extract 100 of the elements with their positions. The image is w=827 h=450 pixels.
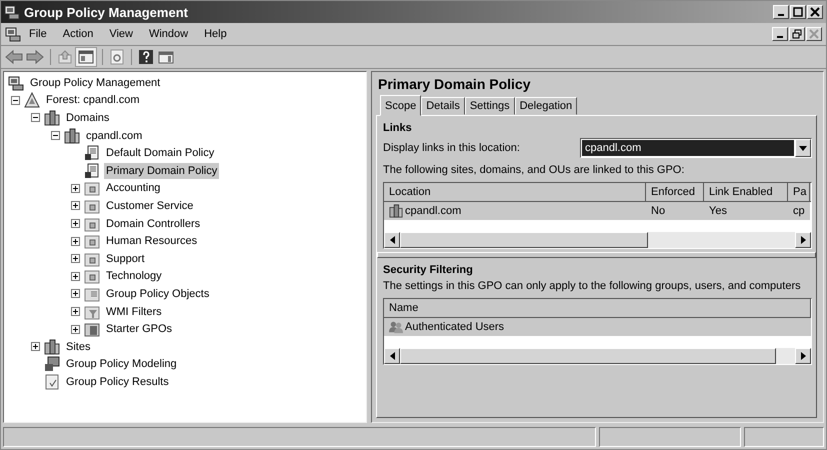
table-cell: cp <box>788 202 810 220</box>
expand-icon[interactable] <box>31 342 40 352</box>
folder-icon <box>84 198 100 214</box>
tree-item[interactable]: Domain Controllers <box>104 216 202 232</box>
menu-item[interactable]: Help <box>196 28 235 40</box>
tree-item[interactable]: Group Policy Results <box>64 374 171 390</box>
tree-item[interactable]: Human Resources <box>104 233 200 250</box>
table-cell: No <box>646 202 704 220</box>
folder-icon <box>84 286 100 302</box>
server-icon <box>44 338 60 355</box>
column-header[interactable]: Pa <box>788 183 810 201</box>
menu-item[interactable]: Window <box>140 28 196 40</box>
filter-icon <box>84 304 100 320</box>
tree-item[interactable]: Group Policy Management <box>28 74 162 91</box>
menu-item[interactable]: View <box>101 28 141 40</box>
folder-icon <box>84 216 100 232</box>
expand-icon[interactable] <box>71 307 80 316</box>
minimize-icon <box>778 14 784 16</box>
report-icon <box>44 374 60 390</box>
tree-item[interactable]: Technology <box>104 268 164 284</box>
minimize-icon <box>777 36 783 38</box>
tree-item[interactable]: Support <box>104 250 147 267</box>
expand-icon[interactable] <box>71 219 80 228</box>
help-icon[interactable] <box>138 49 154 65</box>
security-description: The settings in this GPO can only apply to the following groups, users, and computers <box>383 280 802 292</box>
console-icon <box>8 74 24 91</box>
tab[interactable]: Settings <box>464 97 515 115</box>
expand-icon[interactable] <box>71 254 80 264</box>
refresh-icon[interactable] <box>109 49 125 65</box>
menu-item[interactable]: Action <box>54 28 102 40</box>
triangle-icon <box>24 92 40 108</box>
tree-item[interactable]: Domains <box>64 110 112 126</box>
computer-icon <box>44 356 60 372</box>
minimize-button[interactable] <box>773 5 789 19</box>
collapse-icon[interactable] <box>31 113 40 122</box>
server-icon <box>44 110 60 126</box>
menu-item[interactable]: File <box>21 28 55 40</box>
tab[interactable]: Delegation <box>514 97 578 115</box>
column-header[interactable]: Link Enabled <box>704 183 788 201</box>
expand-icon[interactable] <box>71 289 80 298</box>
tree-item[interactable]: Accounting <box>104 180 162 196</box>
policy-title: Primary Domain Policy <box>378 76 532 92</box>
horizontal-scrollbar[interactable] <box>384 232 811 248</box>
folder-icon <box>84 180 100 196</box>
expand-icon[interactable] <box>71 324 80 334</box>
expand-icon[interactable] <box>71 201 80 210</box>
minimize-button[interactable] <box>772 27 788 41</box>
collapse-icon[interactable] <box>51 131 60 140</box>
table-cell: Yes <box>704 202 788 220</box>
expand-icon[interactable] <box>71 236 80 246</box>
expand-icon[interactable] <box>71 184 80 193</box>
table-cell: cpandl.com <box>384 202 646 220</box>
column-header[interactable]: Enforced <box>646 183 704 201</box>
tree-item[interactable]: WMI Filters <box>104 304 164 320</box>
scroll-right-icon[interactable] <box>800 236 806 244</box>
tree-item[interactable]: Primary Domain Policy <box>104 162 220 179</box>
column-header[interactable]: Location <box>384 183 646 201</box>
maximize-button[interactable] <box>790 5 806 19</box>
close-button[interactable] <box>806 27 822 41</box>
table-cell: Authenticated Users <box>384 318 811 336</box>
tree-item[interactable]: Customer Service <box>104 198 196 214</box>
tree-item[interactable]: Group Policy Modeling <box>64 356 179 372</box>
console-icon[interactable] <box>5 26 21 42</box>
tab[interactable]: Scope <box>380 95 422 116</box>
tree-item[interactable]: Group Policy Objects <box>104 286 212 302</box>
folder-icon <box>84 321 100 338</box>
folder-icon <box>84 233 100 250</box>
collapse-icon[interactable] <box>11 96 20 105</box>
horizontal-scrollbar[interactable] <box>384 348 811 364</box>
tree-item[interactable]: Forest: cpandl.com <box>44 92 142 108</box>
window-title: Group Policy Management <box>24 4 189 20</box>
dropdown-arrow-icon <box>799 146 807 150</box>
restore-button[interactable] <box>789 27 805 41</box>
show-pane-icon[interactable] <box>76 48 96 66</box>
tree-item[interactable]: Starter GPOs <box>104 321 174 338</box>
users-icon <box>389 320 403 334</box>
tree-item[interactable]: Sites <box>64 338 92 355</box>
location-label: Display links in this location: <box>383 142 521 154</box>
location-dropdown[interactable]: cpandl.com <box>580 138 812 158</box>
tree-item[interactable]: Default Domain Policy <box>104 145 216 162</box>
scroll-left-icon[interactable] <box>390 352 394 360</box>
console-icon <box>4 4 20 20</box>
tree-item[interactable]: cpandl.com <box>84 128 144 144</box>
tab[interactable]: Details <box>421 97 465 115</box>
section-heading: Links <box>383 122 413 134</box>
folder-up-icon[interactable] <box>57 49 73 65</box>
action-pane-icon[interactable] <box>157 49 175 65</box>
scroll-right-icon[interactable] <box>800 352 806 360</box>
scroll-left-icon[interactable] <box>390 236 394 244</box>
folder-icon <box>84 268 100 284</box>
document-icon <box>84 145 100 162</box>
document-icon <box>84 162 100 179</box>
forward-arrow-icon[interactable] <box>26 49 44 65</box>
links-description: The following sites, domains, and OUs are linked to this GPO: <box>383 164 686 176</box>
close-button[interactable] <box>807 5 823 19</box>
section-heading: Security Filtering <box>383 264 474 276</box>
server-icon <box>389 204 403 218</box>
column-header[interactable]: Name <box>384 299 811 317</box>
expand-icon[interactable] <box>71 272 80 281</box>
back-arrow-icon[interactable] <box>5 49 23 65</box>
